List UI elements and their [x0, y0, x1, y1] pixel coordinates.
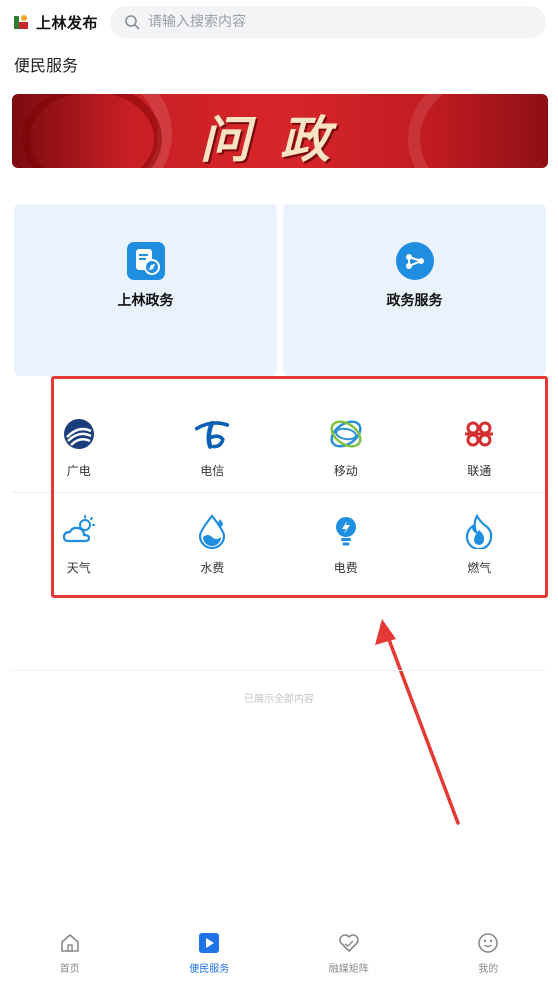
service-label: 电信 — [200, 464, 225, 478]
card-label: 政务服务 — [386, 293, 443, 309]
services-row: 天气 水费 电费 燃气 — [12, 492, 546, 586]
smile-face-icon — [477, 932, 499, 954]
tab-label: 我的 — [478, 964, 499, 975]
broadcast-logo-icon — [61, 416, 97, 452]
annotation-arrow — [375, 619, 460, 825]
search-icon — [125, 15, 140, 30]
home-icon — [59, 932, 81, 954]
tab-mine[interactable]: 我的 — [419, 926, 558, 981]
utility-services-grid: 广电 电信 移动 联通 天气 水费 电费 燃气 — [12, 396, 546, 586]
service-weather[interactable]: 天气 — [12, 493, 146, 586]
service-electricity-fee[interactable]: 电费 — [279, 493, 413, 586]
card-shanglin-gov[interactable]: 上林政务 — [14, 204, 277, 376]
service-mobile[interactable]: 移动 — [279, 396, 413, 492]
weather-icon — [61, 513, 97, 549]
page-title: 便民服务 — [14, 56, 79, 75]
service-telecom[interactable]: 电信 — [146, 396, 280, 492]
header: 上林发布 — [0, 0, 558, 46]
service-gas-fee[interactable]: 燃气 — [413, 493, 547, 586]
water-drop-icon — [194, 513, 230, 549]
heart-hand-icon — [338, 932, 360, 954]
service-label: 电费 — [333, 561, 358, 575]
search-bar[interactable] — [110, 6, 546, 38]
tab-convenience-services[interactable]: 便民服务 — [140, 926, 280, 981]
banner-wenzheng[interactable]: 问政 — [12, 94, 548, 168]
service-water-fee[interactable]: 水费 — [146, 493, 280, 586]
end-of-list-note: 已展示全部内容 — [244, 694, 314, 705]
divider — [12, 670, 546, 671]
gov-service-cards: 上林政务 政务服务 — [14, 204, 546, 376]
telecom-logo-icon — [194, 416, 230, 452]
card-gov-service[interactable]: 政务服务 — [283, 204, 546, 376]
service-label: 天气 — [66, 561, 91, 575]
service-label: 水费 — [200, 561, 225, 575]
document-compass-icon — [126, 242, 165, 280]
service-label: 移动 — [333, 464, 358, 478]
mobile-logo-icon — [328, 416, 364, 452]
service-broadcast[interactable]: 广电 — [12, 396, 146, 492]
tab-label: 融媒矩阵 — [328, 964, 369, 975]
tab-label: 便民服务 — [189, 964, 230, 975]
search-input[interactable] — [148, 14, 528, 30]
tab-home[interactable]: 首页 — [0, 926, 140, 981]
service-label: 联通 — [467, 464, 492, 478]
service-label: 燃气 — [467, 561, 492, 575]
card-label: 上林政务 — [117, 293, 174, 309]
service-label: 广电 — [66, 464, 91, 478]
share-nodes-icon — [395, 242, 434, 280]
bottom-tab-bar: 首页 便民服务 融媒矩阵 我的 — [0, 926, 558, 981]
banner-text: 问政 — [200, 111, 360, 168]
services-row: 广电 电信 移动 联通 — [12, 396, 546, 492]
app-title: 上林发布 — [36, 14, 99, 32]
electricity-bulb-icon — [328, 513, 364, 549]
app-logo[interactable]: 上林发布 — [12, 12, 98, 33]
play-square-icon — [198, 932, 220, 954]
service-unicom[interactable]: 联通 — [413, 396, 547, 492]
tab-media-matrix[interactable]: 融媒矩阵 — [279, 926, 419, 981]
logo-icon — [14, 14, 28, 29]
unicom-logo-icon — [461, 416, 497, 452]
gas-flame-icon — [461, 513, 497, 549]
tab-label: 首页 — [59, 964, 80, 975]
